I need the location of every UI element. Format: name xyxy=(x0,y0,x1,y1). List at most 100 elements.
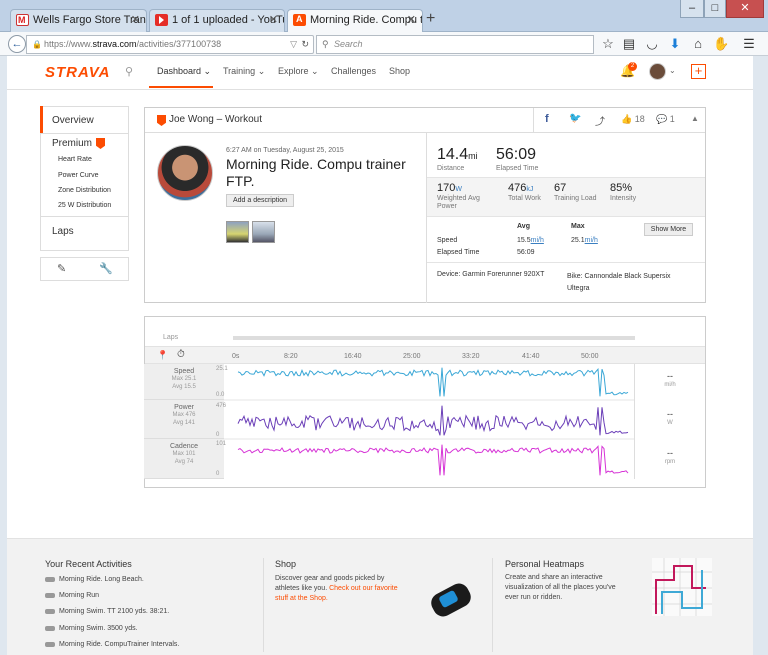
recent-activity-item[interactable]: Morning Ride. CompuTrainer Intervals. xyxy=(45,641,179,648)
browser-tab-gmail[interactable]: M Wells Fargo Store Transacti... ✕ xyxy=(10,9,147,32)
recent-activity-item[interactable]: Morning Swim. TT 2100 yds. 38:21. xyxy=(45,608,169,615)
activity-name[interactable]: Morning Ride. Compu trainer FTP. xyxy=(226,156,426,190)
share-icon[interactable]: ⤴ xyxy=(595,113,605,128)
athlete-avatar[interactable] xyxy=(157,145,213,201)
weighted-power-label: Weighted Avg Power xyxy=(437,195,480,210)
elapsed-row-value: 56:09 xyxy=(517,249,535,256)
device-info: Device: Garmin Forerunner 920XT xyxy=(437,271,545,278)
photo-thumbnail[interactable] xyxy=(252,221,275,243)
sidebar-item-25w-distribution[interactable]: 25 W Distribution xyxy=(41,198,128,217)
reading-list-icon[interactable]: ▤ xyxy=(621,36,637,52)
strava-logo[interactable]: STRAVA xyxy=(45,64,110,81)
weighted-power-value: 170W xyxy=(437,182,462,194)
sidebar-item-premium[interactable]: Premium xyxy=(41,134,128,152)
time-tick: 25:00 xyxy=(403,353,421,360)
clock-icon[interactable]: ⏱ xyxy=(177,349,185,360)
shop-product-image[interactable] xyxy=(427,576,475,626)
dropdown-icon[interactable]: ▽ xyxy=(290,36,297,53)
speed-max: 25.1mi/h xyxy=(571,237,598,244)
maximize-button[interactable]: □ xyxy=(704,0,726,18)
intensity-label: Intensity xyxy=(610,195,637,202)
location-pin-icon[interactable]: 📍 xyxy=(157,350,168,361)
hand-icon[interactable]: ✋ xyxy=(713,36,729,52)
close-window-button[interactable]: ✕ xyxy=(726,0,764,18)
recent-activity-item[interactable]: Morning Swim. 3500 yds. xyxy=(45,625,138,632)
twitter-icon[interactable]: 🐦 xyxy=(569,113,581,124)
chevron-down-icon[interactable]: ⌄ xyxy=(669,66,676,75)
stream-chart[interactable] xyxy=(224,364,634,480)
comment-button[interactable]: 💬 1 xyxy=(656,114,675,125)
distance-value: 14.4mi xyxy=(437,146,478,163)
training-load-label: Training Load xyxy=(554,195,597,202)
add-activity-button[interactable]: + xyxy=(691,64,706,79)
new-tab-button[interactable]: + xyxy=(426,10,435,28)
heatmap-preview-image[interactable] xyxy=(652,558,712,616)
active-nav-indicator xyxy=(149,86,213,88)
search-icon[interactable]: ⚲ xyxy=(125,65,133,78)
search-placeholder: Search xyxy=(334,39,363,49)
sidebar-item-heart-rate[interactable]: Heart Rate xyxy=(41,152,128,168)
menu-icon[interactable]: ☰ xyxy=(741,36,757,52)
facebook-icon[interactable]: f xyxy=(545,113,549,125)
collapse-icon[interactable]: ▲ xyxy=(691,114,699,123)
reload-icon[interactable]: ↻ xyxy=(301,36,309,53)
sidebar-item-laps[interactable]: Laps xyxy=(41,217,128,249)
shop-link[interactable]: Check out our favorite xyxy=(329,585,397,592)
kudos-button[interactable]: 👍 18 xyxy=(621,114,645,125)
close-tab-icon[interactable]: ✕ xyxy=(269,10,278,31)
minimize-button[interactable]: – xyxy=(680,0,704,18)
search-input[interactable]: ⚲ Search xyxy=(316,35,594,54)
laps-bar[interactable] xyxy=(233,336,635,340)
recent-activity-item[interactable]: Morning Ride. Long Beach. xyxy=(45,576,144,583)
show-more-button[interactable]: Show More xyxy=(644,223,693,236)
avatar[interactable] xyxy=(649,63,666,80)
back-button[interactable]: ← xyxy=(8,35,26,53)
gmail-icon: M xyxy=(16,14,29,26)
comment-icon: 💬 xyxy=(656,114,668,124)
search-icon: ⚲ xyxy=(322,39,329,49)
close-tab-icon[interactable]: ✕ xyxy=(131,10,140,31)
lock-icon: 🔒 xyxy=(32,40,42,49)
edit-pencil-icon[interactable]: ✎ xyxy=(57,262,66,275)
nav-dashboard[interactable]: Dashboard ⌄ xyxy=(157,66,211,77)
bookmark-star-icon[interactable]: ☆ xyxy=(600,36,616,52)
swim-icon xyxy=(45,625,55,631)
nav-shop[interactable]: Shop xyxy=(389,66,410,76)
youtube-icon xyxy=(155,14,168,26)
browser-tab-strava[interactable]: A Morning Ride. Compu trai... ✕ xyxy=(287,9,423,33)
download-icon[interactable]: ⬇ xyxy=(667,36,683,52)
laps-label: Laps xyxy=(163,334,179,341)
premium-badge-icon xyxy=(157,115,166,126)
site-header: STRAVA ⚲ Dashboard ⌄ Training ⌄ Explore … xyxy=(7,56,753,90)
browser-tab-youtube[interactable]: 1 of 1 uploaded - YouTube ✕ xyxy=(149,9,285,32)
total-work-label: Total Work xyxy=(508,195,541,202)
pocket-icon[interactable]: ◡ xyxy=(644,36,660,52)
wrench-icon[interactable]: 🔧 xyxy=(99,262,113,275)
chevron-down-icon: ⌄ xyxy=(257,66,266,76)
nav-training[interactable]: Training ⌄ xyxy=(223,66,265,77)
activity-card-header: Joe Wong – Workout f 🐦 ⤴ 👍 18 💬 1 ▲ xyxy=(145,108,705,133)
heatmaps-title: Personal Heatmaps xyxy=(505,559,585,569)
thumbs-up-icon: 👍 xyxy=(621,114,633,124)
activity-owner-title[interactable]: Joe Wong – Workout xyxy=(169,114,262,125)
photo-thumbnail[interactable] xyxy=(226,221,249,243)
nav-challenges[interactable]: Challenges xyxy=(331,66,376,76)
sidebar-item-power-curve[interactable]: Power Curve xyxy=(41,168,128,183)
shop-link[interactable]: stuff at the Shop. xyxy=(275,595,328,602)
browser-nav-bar: 🔒 https://www.strava.com/activities/3771… xyxy=(0,32,768,56)
power-stream-line xyxy=(237,405,629,436)
recent-activity-item[interactable]: Morning Run xyxy=(45,592,99,599)
strava-page: STRAVA ⚲ Dashboard ⌄ Training ⌄ Explore … xyxy=(7,56,753,655)
add-description-button[interactable]: Add a description xyxy=(226,194,294,207)
run-shoe-icon xyxy=(45,592,55,598)
home-icon[interactable]: ⌂ xyxy=(690,36,706,51)
premium-badge-icon xyxy=(96,138,105,149)
nav-explore[interactable]: Explore ⌄ xyxy=(278,66,319,77)
url-domain: strava.com xyxy=(92,39,137,49)
bike-info[interactable]: Bike: Cannondale Black Supersix Ultegra xyxy=(567,271,692,295)
url-bar[interactable]: 🔒 https://www.strava.com/activities/3771… xyxy=(26,35,314,54)
sidebar-item-zone-distribution[interactable]: Zone Distribution xyxy=(41,183,128,198)
sidebar-item-overview[interactable]: Overview xyxy=(41,107,128,134)
avg-header: Avg xyxy=(517,223,530,230)
close-tab-icon[interactable]: ✕ xyxy=(407,10,416,31)
